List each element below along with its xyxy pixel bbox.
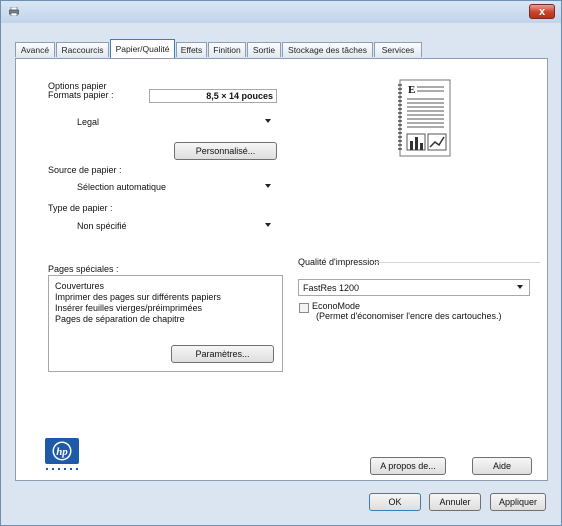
custom-button[interactable]: Personnalisé... — [174, 142, 277, 160]
economode-description: (Permet d'économiser l'encre des cartouc… — [316, 311, 502, 321]
paper-source-label: Source de papier : — [48, 165, 122, 175]
paper-type-dropdown[interactable]: Non spécifié — [48, 217, 278, 234]
document-preview-icon: E — [398, 79, 451, 157]
svg-text:hp: hp — [56, 446, 68, 458]
chevron-down-icon — [265, 119, 271, 123]
paper-formats-label: Formats papier : — [48, 90, 114, 100]
tab-raccourcis[interactable]: Raccourcis — [56, 42, 109, 57]
close-button[interactable]: x — [529, 4, 555, 19]
settings-button[interactable]: Paramètres... — [171, 345, 274, 363]
title-bar: x — [1, 1, 561, 23]
list-item[interactable]: Couvertures — [55, 281, 104, 291]
list-item[interactable]: Insérer feuilles vierges/préimprimées — [55, 303, 202, 313]
paper-type-value: Non spécifié — [77, 221, 127, 231]
close-icon: x — [538, 6, 546, 18]
economode-label: EconoMode — [312, 301, 361, 311]
tab-stockage-des-taches[interactable]: Stockage des tâches — [282, 42, 373, 57]
ok-button[interactable]: OK — [369, 493, 421, 511]
tab-panel-papier-qualite: Options papier Formats papier : 8,5 × 14… — [15, 58, 548, 481]
chevron-down-icon — [517, 285, 523, 289]
paper-size-field: 8,5 × 14 pouces — [149, 89, 277, 103]
print-quality-dropdown[interactable]: FastRes 1200 — [298, 279, 530, 296]
cancel-button[interactable]: Annuler — [429, 493, 481, 511]
paper-source-dropdown[interactable]: Sélection automatique — [48, 178, 278, 195]
paper-size-value: 8,5 × 14 pouces — [206, 91, 273, 101]
printer-icon — [9, 7, 19, 16]
print-quality-group-label: Qualité d'impression — [298, 257, 380, 267]
economode-checkbox[interactable] — [299, 303, 309, 313]
special-pages-label: Pages spéciales : — [48, 264, 119, 274]
tab-avance[interactable]: Avancé — [15, 42, 55, 57]
chevron-down-icon — [265, 223, 271, 227]
list-item[interactable]: Imprimer des pages sur différents papier… — [55, 292, 221, 302]
hp-logo: hp — [45, 438, 79, 470]
special-pages-list[interactable]: Couvertures Imprimer des pages sur diffé… — [48, 275, 283, 372]
group-divider — [374, 262, 540, 263]
paper-format-value: Legal — [77, 117, 100, 127]
apply-button[interactable]: Appliquer — [490, 493, 546, 511]
print-properties-window: x Avancé Raccourcis Papier/Qualité Effet… — [0, 0, 562, 526]
tab-papier-qualite[interactable]: Papier/Qualité — [110, 39, 175, 58]
paper-format-dropdown[interactable]: Legal — [48, 113, 278, 130]
tab-finition[interactable]: Finition — [208, 42, 246, 57]
paper-source-value: Sélection automatique — [77, 182, 167, 192]
tab-effets[interactable]: Effets — [176, 42, 207, 57]
list-item[interactable]: Pages de séparation de chapitre — [55, 314, 185, 324]
chevron-down-icon — [265, 184, 271, 188]
svg-text:E: E — [408, 84, 415, 96]
tab-services[interactable]: Services — [374, 42, 422, 57]
print-quality-value: FastRes 1200 — [303, 283, 360, 293]
about-button[interactable]: A propos de... — [370, 457, 446, 475]
help-button[interactable]: Aide — [472, 457, 532, 475]
paper-type-label: Type de papier : — [48, 203, 113, 213]
tab-sortie[interactable]: Sortie — [247, 42, 281, 57]
